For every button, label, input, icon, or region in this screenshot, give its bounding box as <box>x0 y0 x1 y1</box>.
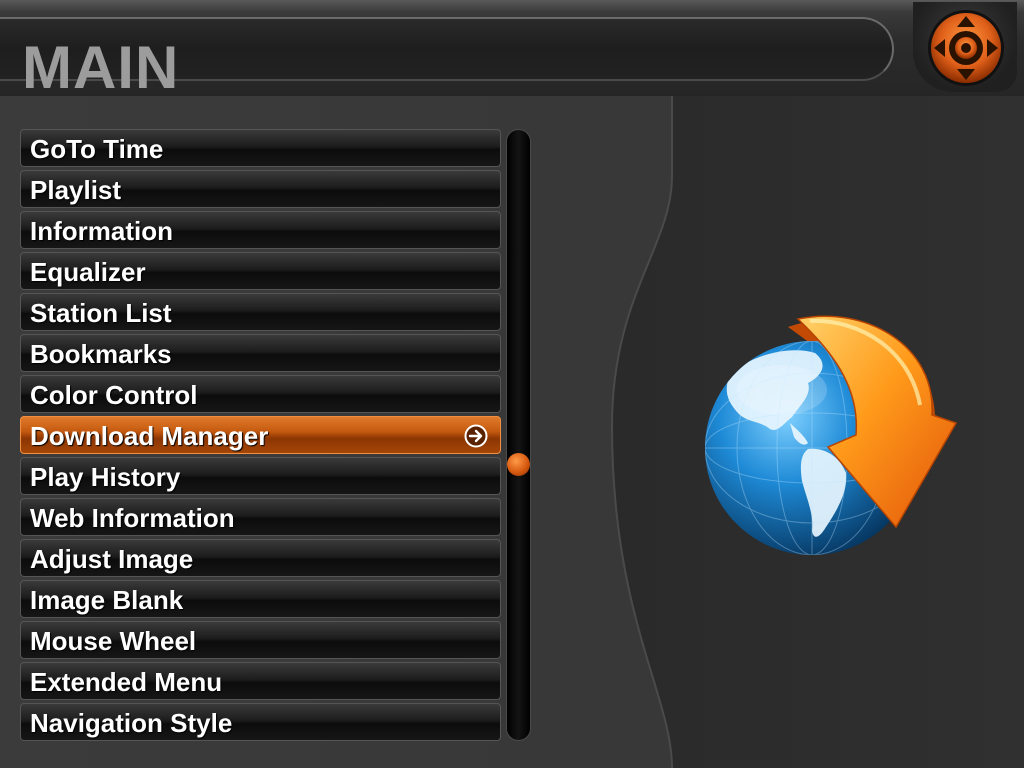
main-menu: GoTo Time Playlist Information Equalizer… <box>20 129 501 744</box>
menu-item-image-blank[interactable]: Image Blank <box>20 580 501 618</box>
menu-item-label: Image Blank <box>30 585 184 615</box>
menu-item-label: Bookmarks <box>30 339 172 369</box>
menu-item-navigation-style[interactable]: Navigation Style <box>20 703 501 741</box>
menu-item-download-manager[interactable]: Download Manager <box>20 416 501 454</box>
menu-item-equalizer[interactable]: Equalizer <box>20 252 501 290</box>
menu-item-label: Adjust Image <box>30 544 194 574</box>
title-bar: MAIN <box>0 17 894 101</box>
menu-item-label: GoTo Time <box>30 134 164 164</box>
menu-item-label: Playlist <box>30 175 122 205</box>
menu-item-label: Web Information <box>30 503 235 533</box>
menu-item-adjust-image[interactable]: Adjust Image <box>20 539 501 577</box>
menu-item-station-list[interactable]: Station List <box>20 293 501 331</box>
menu-item-goto-time[interactable]: GoTo Time <box>20 129 501 167</box>
directional-pad-icon[interactable] <box>926 8 1006 88</box>
menu-item-mouse-wheel[interactable]: Mouse Wheel <box>20 621 501 659</box>
menu-item-label: Navigation Style <box>30 708 233 738</box>
menu-item-label: Station List <box>30 298 172 328</box>
menu-item-label: Information <box>30 216 173 246</box>
scrollbar-thumb[interactable] <box>507 452 530 476</box>
scrollbar-track[interactable] <box>506 129 531 741</box>
globe-download-icon <box>705 315 958 555</box>
page-title: MAIN <box>22 34 180 101</box>
menu-item-bookmarks[interactable]: Bookmarks <box>20 334 501 372</box>
arrow-right-circle-icon <box>464 424 488 448</box>
menu-item-label: Extended Menu <box>30 667 223 697</box>
menu-item-web-information[interactable]: Web Information <box>20 498 501 536</box>
menu-item-play-history[interactable]: Play History <box>20 457 501 495</box>
menu-item-extended-menu[interactable]: Extended Menu <box>20 662 501 700</box>
menu-item-color-control[interactable]: Color Control <box>20 375 501 413</box>
menu-item-information[interactable]: Information <box>20 211 501 249</box>
menu-item-label: Play History <box>30 462 181 492</box>
menu-item-label: Color Control <box>30 380 198 410</box>
menu-item-label: Equalizer <box>30 257 146 287</box>
menu-item-label: Download Manager <box>30 421 269 451</box>
menu-item-playlist[interactable]: Playlist <box>20 170 501 208</box>
menu-item-label: Mouse Wheel <box>30 626 197 656</box>
